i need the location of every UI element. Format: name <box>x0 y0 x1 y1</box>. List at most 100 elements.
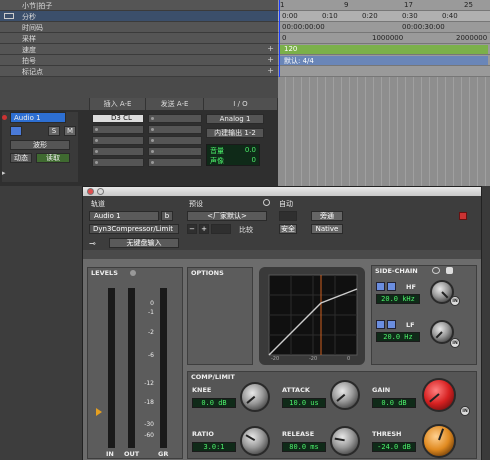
mute-button[interactable]: M <box>64 126 76 136</box>
scale-label: 0 <box>150 300 154 307</box>
sidechain-info-icon[interactable] <box>446 267 453 274</box>
send-slot-e[interactable] <box>148 158 202 167</box>
hf-enable-icon[interactable] <box>376 282 385 291</box>
attack-knob[interactable] <box>330 380 360 410</box>
plugin-header: 轨道 预设 自动 Audio 1 b <厂家默认> 旁通 Dyn3Compres… <box>83 196 481 250</box>
automation-button[interactable] <box>279 211 297 221</box>
insert-plugin-name: D3 CL <box>111 114 132 122</box>
safe-button[interactable]: 安全 <box>279 224 297 234</box>
ruler-min-sec[interactable]: 分秒 <box>0 11 278 22</box>
copy-settings-button[interactable] <box>211 224 231 234</box>
hf-value-display[interactable]: 20.0 kHz <box>376 294 420 304</box>
track-b-button[interactable]: b <box>161 211 173 221</box>
timeline-rulers[interactable]: 1 9 17 25 0:00 0:10 0:20 0:30 0:40 00:00… <box>278 0 490 98</box>
ruler-bars-beats[interactable]: 小节|拍子 <box>0 0 278 11</box>
preset-plus-button[interactable]: + <box>199 224 209 234</box>
lf-enable-icon[interactable] <box>376 320 385 329</box>
record-button[interactable] <box>10 126 22 136</box>
insert-slot-a[interactable]: D3 CL <box>92 114 144 123</box>
disclosure-arrow-icon[interactable]: ▸ <box>2 169 6 177</box>
thresh-value-display[interactable]: -24.0 dB <box>372 442 416 452</box>
lf-in-badge[interactable]: IN <box>450 338 460 348</box>
track-name-field[interactable]: Audio 1 <box>10 112 66 123</box>
solo-button[interactable]: S <box>48 126 60 136</box>
track-controls: Audio 1 S M 波形 动态 读取 ▸ <box>2 112 78 182</box>
inserts-header[interactable]: 插入 A-E <box>90 98 146 110</box>
options-section: OPTIONS <box>187 267 253 365</box>
meter-event[interactable]: 默认: 4/4 <box>280 56 488 65</box>
ruler-samples[interactable]: 采样 <box>0 33 278 44</box>
preset-minus-button[interactable]: − <box>187 224 197 234</box>
bypass-button[interactable]: 旁通 <box>311 211 343 221</box>
insert-slot-b[interactable] <box>92 125 144 134</box>
track-view-selector[interactable]: 波形 <box>10 140 70 150</box>
release-knob[interactable] <box>330 426 360 456</box>
input-selector[interactable]: Analog 1 <box>206 114 264 124</box>
knee-value-display[interactable]: 0.0 dB <box>192 398 236 408</box>
io-header[interactable]: I / O <box>204 98 278 110</box>
send-slot-a[interactable] <box>148 114 202 123</box>
graph-x-label: 0 <box>347 356 351 362</box>
ruler-tempo[interactable]: 速度 + <box>0 44 278 55</box>
hf-in-badge[interactable]: IN <box>450 296 460 306</box>
minsec-label: 0:20 <box>362 12 378 20</box>
ruler-meter[interactable]: 拍号 + <box>0 55 278 66</box>
native-button[interactable]: Native <box>311 224 343 234</box>
output-selector[interactable]: 内建输出 1-2 <box>206 128 264 138</box>
add-marker-icon[interactable]: + <box>267 66 274 75</box>
insert-slot-d[interactable] <box>92 147 144 156</box>
close-window-icon[interactable] <box>87 188 94 195</box>
tempo-value: 120 <box>284 45 298 53</box>
track-label: 轨道 <box>91 200 105 208</box>
bar-label: 25 <box>464 1 473 9</box>
clip-indicator-icon[interactable] <box>130 270 136 276</box>
attack-value-display[interactable]: 10.0 us <box>282 398 326 408</box>
samples-label: 1000000 <box>372 34 404 42</box>
release-value-display[interactable]: 80.0 ms <box>282 442 326 452</box>
minsec-label: 0:40 <box>442 12 458 20</box>
plugin-selector[interactable]: Dyn3Compressor/Limit <box>89 224 179 234</box>
ruler-timecode[interactable]: 时间码 <box>0 22 278 33</box>
send-slot-c[interactable] <box>148 136 202 145</box>
add-meter-icon[interactable]: + <box>267 55 274 64</box>
compare-button[interactable]: 比较 <box>239 225 253 235</box>
lf-value-display[interactable]: 20.0 Hz <box>376 332 420 342</box>
ruler-markers[interactable]: 标记点 + <box>0 66 278 77</box>
gain-reduction-meter <box>160 288 167 448</box>
tempo-event[interactable]: 120 <box>280 45 488 54</box>
gain-in-badge[interactable]: IN <box>460 406 470 416</box>
sidechain-input-selector[interactable]: 无键盘输入 <box>109 238 179 248</box>
sidechain-section: SIDE-CHAIN HF 20.0 kHz IN LF 20.0 Hz IN <box>371 265 477 365</box>
insert-slot-c[interactable] <box>92 136 144 145</box>
threshold-marker-icon[interactable] <box>96 408 102 416</box>
preset-menu-icon[interactable] <box>263 199 270 206</box>
read-mode-button[interactable]: 读取 <box>36 153 70 163</box>
compression-curve-graph <box>268 274 358 356</box>
pan-label: 声像 <box>210 157 224 165</box>
plugin-titlebar[interactable] <box>83 187 481 196</box>
record-arm-icon[interactable] <box>2 115 7 120</box>
sends-header[interactable]: 发送 A-E <box>146 98 204 110</box>
samples-label: 0 <box>282 34 287 42</box>
ratio-value-display[interactable]: 3.0:1 <box>192 442 236 452</box>
send-slot-d[interactable] <box>148 147 202 156</box>
insert-slot-e[interactable] <box>92 158 144 167</box>
preset-selector[interactable]: <厂家默认> <box>187 211 267 221</box>
track-playlist-area[interactable] <box>278 98 490 186</box>
ratio-knob[interactable] <box>240 426 270 456</box>
volume-pan-display[interactable]: 音量 0.0 声像 0 <box>206 144 260 166</box>
lf-filter-icon[interactable] <box>387 320 396 329</box>
send-slot-b[interactable] <box>148 125 202 134</box>
gain-value-display[interactable]: 0.0 dB <box>372 398 416 408</box>
track-selector[interactable]: Audio 1 <box>89 211 159 221</box>
add-tempo-icon[interactable]: + <box>267 44 274 53</box>
knee-knob[interactable] <box>240 382 270 412</box>
gain-knob[interactable] <box>422 378 456 412</box>
key-icon[interactable]: ⊸ <box>89 239 96 248</box>
key-listen-icon[interactable] <box>432 267 440 274</box>
thresh-knob[interactable] <box>422 424 456 458</box>
hf-filter-icon[interactable] <box>387 282 396 291</box>
target-icon[interactable] <box>459 212 467 220</box>
minimize-window-icon[interactable] <box>97 188 104 195</box>
auto-mode-button[interactable]: 动态 <box>10 153 32 163</box>
